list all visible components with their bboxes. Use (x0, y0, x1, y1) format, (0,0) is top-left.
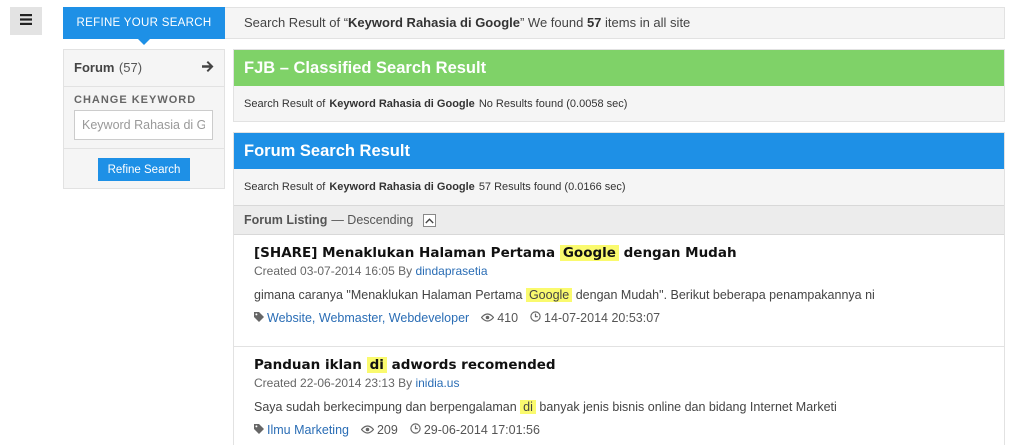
snippet-pre: gimana caranya "Menaklukan Halaman Perta… (254, 288, 526, 302)
thread-title-link[interactable]: Panduan iklan di adwords recomended (254, 357, 984, 373)
refine-search-button[interactable]: Refine Search (98, 158, 190, 181)
snippet-post: banyak jenis bisnis online dan bidang In… (535, 400, 837, 414)
change-keyword-section: CHANGE KEYWORD (64, 87, 224, 149)
snippet-highlight: Google (525, 288, 573, 302)
summary-suffix: items in all site (601, 15, 691, 30)
view-count: 410 (497, 311, 519, 325)
chevron-up-icon (425, 213, 435, 227)
thread-info: Ilmu Marketing 209 29-06-2014 17:01:56 (254, 423, 984, 437)
fjb-summary-keyword: Keyword Rahasia di Google (329, 98, 475, 110)
forum-panel-title: Forum Search Result (234, 133, 1004, 169)
author-link[interactable]: dindaprasetia (415, 264, 487, 278)
summary-mid: ” We found (519, 15, 587, 30)
search-header-bar: REFINE YOUR SEARCH Search Result of “Key… (63, 7, 1005, 45)
summary-prefix: Search Result of “ (244, 15, 349, 30)
created-text: Created 03-07-2014 16:05 By (254, 264, 416, 278)
summary-keyword: Keyword Rahasia di Google (348, 15, 520, 30)
created-text: Created 22-06-2014 23:13 By (254, 376, 416, 390)
forum-result-panel: Forum Search Result Search Result of Keyw… (233, 132, 1005, 445)
listing-direction: — Descending (331, 213, 414, 227)
forum-summary-prefix: Search Result of (244, 181, 326, 193)
menu-icon (20, 12, 32, 30)
keyword-input[interactable] (74, 110, 213, 140)
sidebar-item-forum[interactable]: Forum (57) (64, 50, 224, 87)
title-text-pre: [SHARE] Menaklukan Halaman Pertama (254, 245, 560, 261)
refine-sidebar: Forum (57) CHANGE KEYWORD Refine Search (63, 49, 225, 189)
last-post-time: 29-06-2014 17:01:56 (423, 423, 540, 437)
title-text-pre: Panduan iklan (254, 357, 367, 373)
refine-search-tab-label: REFINE YOUR SEARCH (76, 17, 212, 29)
sort-toggle-button[interactable] (423, 213, 437, 227)
refine-search-tab[interactable]: REFINE YOUR SEARCH (63, 7, 225, 45)
snippet-highlight: di (520, 400, 536, 414)
thread-title-link[interactable]: [SHARE] Menaklukan Halaman Pertama Googl… (254, 245, 984, 261)
last-post-time: 14-07-2014 20:53:07 (544, 311, 661, 325)
list-item: [SHARE] Menaklukan Halaman Pertama Googl… (234, 235, 1004, 347)
snippet-pre: Saya sudah berkecimpung dan berpengalama… (254, 400, 521, 414)
tag-icon (254, 311, 267, 325)
forum-result-summary: Search Result of Keyword Rahasia di Googl… (234, 169, 1004, 205)
snippet-post: dengan Mudah". Berikut beberapa penampak… (572, 288, 875, 302)
thread-info: Website, Webmaster, Webdeveloper 410 14-… (254, 311, 984, 325)
title-highlight: Google (559, 245, 619, 261)
clock-icon (530, 311, 544, 325)
forum-count: (57) (118, 60, 143, 75)
listing-label: Forum Listing (244, 213, 328, 227)
forum-label: Forum (74, 60, 115, 75)
search-summary: Search Result of “Keyword Rahasia di Goo… (244, 15, 690, 30)
summary-count: 57 (586, 15, 602, 30)
title-text-post: dengan Mudah (618, 245, 737, 261)
fjb-summary-prefix: Search Result of (244, 98, 326, 110)
tag-icon (254, 423, 267, 437)
list-item: Panduan iklan di adwords recomended Crea… (234, 347, 1004, 445)
menu-button[interactable] (10, 7, 42, 35)
fjb-result-panel: FJB – Classified Search Result Search Re… (233, 49, 1005, 122)
author-link[interactable]: inidia.us (415, 376, 459, 390)
fjb-summary-suffix: No Results found (0.0058 sec) (478, 98, 628, 110)
view-count: 209 (376, 423, 398, 437)
forum-listing-bar: Forum Listing — Descending (234, 205, 1004, 235)
title-highlight: di (366, 357, 387, 373)
clock-icon (410, 423, 424, 437)
forum-summary-suffix: 57 Results found (0.0166 sec) (478, 181, 626, 193)
forum-tags-link[interactable]: Ilmu Marketing (267, 423, 349, 437)
thread-snippet: gimana caranya "Menaklukan Halaman Perta… (254, 288, 984, 302)
forum-summary-keyword: Keyword Rahasia di Google (329, 181, 475, 193)
arrow-right-icon (202, 59, 214, 77)
thread-meta: Created 03-07-2014 16:05 By dindapraseti… (254, 264, 984, 278)
title-text-post: adwords recomended (386, 357, 556, 373)
fjb-result-summary: Search Result of Keyword Rahasia di Googl… (234, 86, 1004, 122)
eye-icon (480, 311, 497, 325)
thread-meta: Created 22-06-2014 23:13 By inidia.us (254, 376, 984, 390)
change-keyword-label: CHANGE KEYWORD (74, 94, 197, 106)
eye-icon (360, 423, 377, 437)
fjb-panel-title: FJB – Classified Search Result (234, 50, 1004, 86)
tab-notch (138, 39, 150, 45)
thread-snippet: Saya sudah berkecimpung dan berpengalama… (254, 400, 984, 414)
forum-tags-link[interactable]: Website, Webmaster, Webdeveloper (267, 311, 469, 325)
